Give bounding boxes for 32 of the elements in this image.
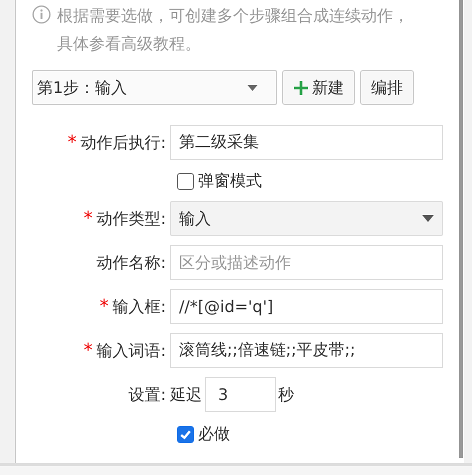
required-mark: * bbox=[100, 298, 109, 316]
checkbox[interactable] bbox=[177, 172, 194, 190]
checkmark-icon bbox=[179, 428, 192, 440]
text-field[interactable]: 滚筒线;;倍速链;;平皮带;; bbox=[170, 333, 443, 368]
text-field[interactable]: 区分或描述动作 bbox=[170, 245, 443, 280]
field-label: 动作后执行: bbox=[80, 132, 166, 154]
required-mark: * bbox=[68, 134, 77, 152]
info-icon bbox=[32, 5, 51, 24]
checkbox-label: 弹窗模式 bbox=[198, 170, 262, 192]
scrollbar[interactable] bbox=[459, 0, 463, 458]
text-field[interactable]: //*[@id='q'] bbox=[170, 289, 443, 324]
required-mark: * bbox=[84, 210, 93, 228]
hint-text: 根据需要选做，可创建多个步骤组合成连续动作，具体参看高级教程。 bbox=[57, 5, 410, 55]
field-label: 动作类型: bbox=[96, 208, 166, 230]
caret-icon bbox=[422, 215, 434, 222]
unit-label: 秒 bbox=[278, 384, 294, 406]
plus-icon bbox=[293, 80, 309, 96]
text-field[interactable]: 第二级采集 bbox=[170, 125, 443, 160]
checkbox-label: 必做 bbox=[198, 423, 230, 445]
required-mark: * bbox=[84, 342, 93, 360]
delay-label: 延迟 bbox=[170, 384, 202, 406]
field-label: 输入词语: bbox=[96, 340, 166, 362]
field-label: 设置: bbox=[128, 384, 166, 406]
arrange-button[interactable]: 编排 bbox=[360, 70, 414, 105]
type-dropdown[interactable]: 输入 bbox=[170, 201, 443, 236]
checkbox[interactable] bbox=[177, 426, 194, 442]
step-dropdown[interactable]: 第1步：输入 bbox=[32, 70, 277, 105]
new-button[interactable]: 新建 bbox=[282, 70, 355, 105]
field-label: 输入框: bbox=[112, 296, 166, 318]
delay-field[interactable]: 3 bbox=[205, 377, 276, 412]
caret-icon bbox=[247, 84, 258, 90]
field-label: 动作名称: bbox=[96, 252, 166, 274]
